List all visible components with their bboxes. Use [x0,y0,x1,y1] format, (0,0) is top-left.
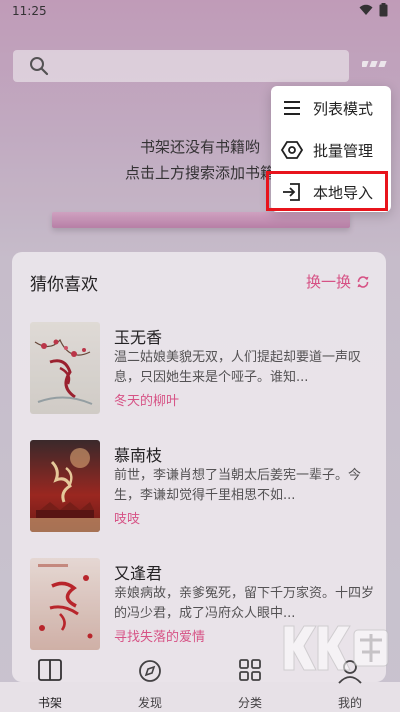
shelf-board [52,212,350,228]
menu-item-batch-manage[interactable]: 批量管理 [271,130,391,170]
book-title: 玉无香 [114,328,163,347]
book-author: 寻找失落的爱情 [114,630,206,645]
bottom-nav: 书架 发现 分类 我的 [0,659,400,712]
compass-icon [139,660,161,682]
book-cover [30,440,100,532]
menu-item-list-mode[interactable]: 列表模式 [271,88,391,128]
wifi-icon [359,4,373,15]
nav-item-mine[interactable]: 我的 [300,660,400,712]
book-title: 又逢君 [114,564,163,583]
refresh-icon [357,275,369,288]
recommend-title: 猜你喜欢 [30,275,98,295]
nav-item-bookshelf[interactable]: 书架 [0,659,100,712]
kk-watermark-logo [283,625,389,671]
status-time: 11:25 [12,4,47,18]
book-title: 慕南枝 [114,446,163,465]
battery-icon [379,3,388,17]
nav-item-category[interactable]: 分类 [200,659,300,712]
menu-item-label: 列表模式 [313,99,374,118]
book-cover [30,322,100,414]
book-cover [30,558,100,650]
book-icon [38,659,62,681]
book-author: 吱吱 [114,512,141,527]
highlight-box [266,171,388,211]
book-item[interactable]: 慕南枝 前世，李谦肖想了当朝太后姜宪一辈子。今生，李谦却觉得千里相思不如... … [30,440,380,532]
status-icons [359,3,388,17]
nav-label: 书架 [37,696,62,710]
book-author: 冬天的柳叶 [114,394,180,409]
search-bar[interactable] [13,50,349,82]
search-icon [30,57,49,76]
nav-label: 我的 [337,696,362,710]
nav-label: 发现 [137,696,162,710]
hexagon-settings-icon [281,141,303,159]
refresh-label: 换一换 [305,273,351,291]
more-menu-icon[interactable] [362,60,388,70]
book-description: 温二姑娘美貌无双，人们提起却要道一声叹息，只因她生来是个哑子。谁知... [114,350,362,385]
recommend-card: 猜你喜欢 换一换 玉无香 温二姑娘美貌无双，人们提起却要道一声叹息，只因她生来是… [12,252,386,682]
book-description: 前世，李谦肖想了当朝太后姜宪一辈子。今生，李谦却觉得千里相思不如... [114,468,362,503]
grid-icon [239,659,261,681]
book-description: 亲娘病故，亲爹冤死，留下千万家资。十四岁的冯少君，成了冯府众人眼中... [114,586,375,621]
status-bar: 11:25 [0,0,400,26]
book-item[interactable]: 玉无香 温二姑娘美貌无双，人们提起却要道一声叹息，只因她生来是个哑子。谁知...… [30,322,380,414]
list-icon [284,101,300,115]
nav-item-discover[interactable]: 发现 [100,660,200,712]
refresh-button[interactable]: 换一换 [306,271,370,292]
menu-item-label: 批量管理 [313,141,374,160]
nav-label: 分类 [237,696,262,710]
